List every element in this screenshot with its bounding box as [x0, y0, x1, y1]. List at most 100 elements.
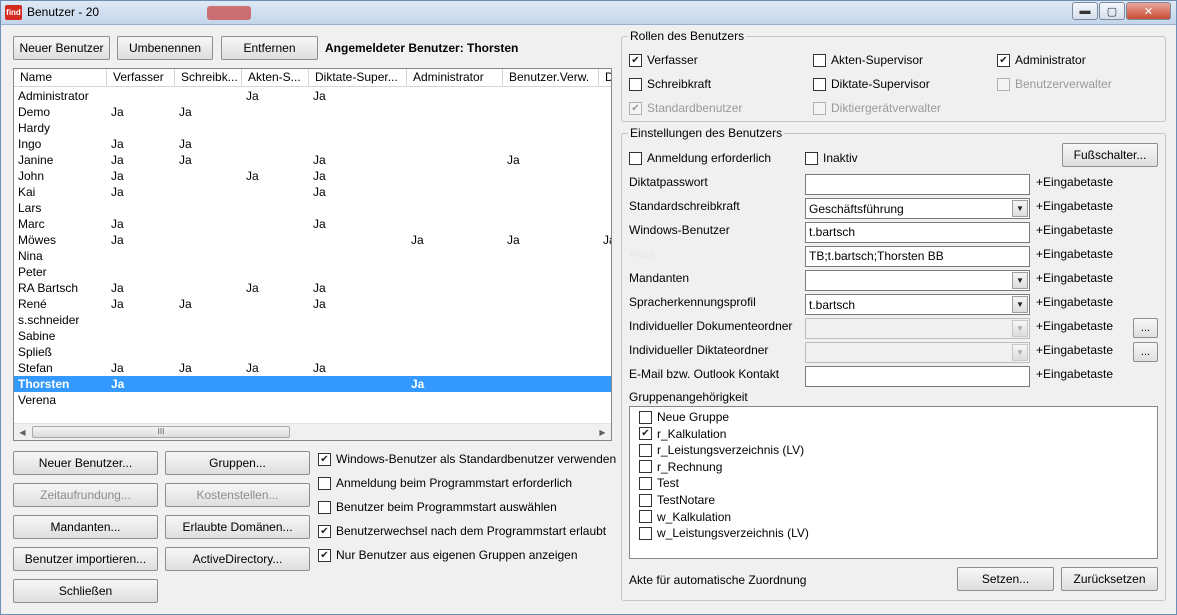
- checkbox-box[interactable]: [639, 476, 652, 490]
- chevron-down-icon[interactable]: ▼: [1012, 320, 1028, 337]
- column-header[interactable]: Verfasser: [107, 69, 175, 87]
- role-checkbox-3[interactable]: Schreibkraft: [629, 77, 711, 91]
- role-checkbox-2[interactable]: Administrator: [997, 53, 1086, 67]
- field-input-3[interactable]: TB;t.bartsch;Thorsten BB: [805, 246, 1030, 267]
- option-checkbox-4[interactable]: Nur Benutzer aus eigenen Gruppen anzeige…: [318, 548, 578, 562]
- column-header[interactable]: Name: [14, 69, 107, 87]
- table-row[interactable]: Peter: [14, 264, 611, 280]
- option-checkbox-2[interactable]: Benutzer beim Programmstart auswählen: [318, 500, 557, 514]
- chevron-down-icon[interactable]: ▼: [1012, 272, 1028, 289]
- checkbox-box[interactable]: [639, 460, 652, 474]
- groups-button[interactable]: Gruppen...: [165, 451, 310, 475]
- footswitch-button[interactable]: Fußschalter...: [1062, 143, 1158, 167]
- set-button[interactable]: Setzen...: [957, 567, 1054, 591]
- group-item[interactable]: r_Rechnung: [639, 460, 722, 474]
- role-checkbox-6[interactable]: Standardbenutzer: [629, 101, 742, 115]
- time-rounding-button[interactable]: Zeitaufrundung...: [13, 483, 158, 507]
- option-checkbox-0[interactable]: Windows-Benutzer als Standardbenutzer ve…: [318, 452, 616, 466]
- table-row[interactable]: Kai Ja Ja: [14, 184, 611, 200]
- checkmark-icon[interactable]: [639, 427, 652, 441]
- checkmark-icon[interactable]: [318, 524, 331, 538]
- checkbox-box[interactable]: [639, 493, 652, 507]
- clients-button[interactable]: Mandanten...: [13, 515, 158, 539]
- reset-button[interactable]: Zurücksetzen: [1061, 567, 1158, 591]
- table-row[interactable]: Stefan Ja Ja Ja Ja: [14, 360, 611, 376]
- minimize-button[interactable]: ▬: [1072, 2, 1098, 20]
- checkmark-icon[interactable]: [629, 53, 642, 67]
- field-input-8[interactable]: [805, 366, 1030, 387]
- table-row[interactable]: René Ja Ja Ja: [14, 296, 611, 312]
- checkbox-box[interactable]: [997, 77, 1010, 91]
- checkbox-box[interactable]: [318, 500, 331, 514]
- table-row[interactable]: Spließ: [14, 344, 611, 360]
- role-checkbox-5[interactable]: Benutzerverwalter: [997, 77, 1112, 91]
- close-button[interactable]: ✕: [1126, 2, 1171, 20]
- inactive-box[interactable]: [805, 151, 818, 165]
- new-user-dialog-button[interactable]: Neuer Benutzer...: [13, 451, 158, 475]
- browse-document-folder-button[interactable]: ...: [1133, 318, 1158, 338]
- scroll-thumb[interactable]: III: [32, 426, 290, 438]
- group-item[interactable]: TestNotare: [639, 493, 715, 507]
- checkbox-box[interactable]: [813, 53, 826, 67]
- column-header[interactable]: Administrator: [407, 69, 503, 87]
- role-checkbox-0[interactable]: Verfasser: [629, 53, 698, 67]
- field-input-2[interactable]: t.bartsch: [805, 222, 1030, 243]
- group-item[interactable]: w_Leistungsverzeichnis (LV): [639, 526, 809, 540]
- browse-dictation-folder-button[interactable]: ...: [1133, 342, 1158, 362]
- field-combo-5[interactable]: t.bartsch ▼: [805, 294, 1030, 315]
- checkbox-box[interactable]: [629, 77, 642, 91]
- chevron-down-icon[interactable]: ▼: [1012, 296, 1028, 313]
- checkmark-icon[interactable]: [997, 53, 1010, 67]
- field-combo-7[interactable]: ▼: [805, 342, 1030, 363]
- table-row[interactable]: Sabine: [14, 328, 611, 344]
- group-item[interactable]: r_Leistungsverzeichnis (LV): [639, 443, 804, 457]
- chevron-down-icon[interactable]: ▼: [1012, 200, 1028, 217]
- maximize-button[interactable]: ▢: [1099, 2, 1125, 20]
- table-row[interactable]: Administrator Ja Ja: [14, 88, 611, 104]
- checkbox-box[interactable]: [639, 526, 652, 540]
- field-combo-6[interactable]: ▼: [805, 318, 1030, 339]
- table-row[interactable]: John Ja Ja Ja: [14, 168, 611, 184]
- table-row[interactable]: Ingo Ja Ja: [14, 136, 611, 152]
- checkbox-box[interactable]: [639, 510, 652, 524]
- table-row[interactable]: Demo Ja Ja: [14, 104, 611, 120]
- table-row[interactable]: Lars: [14, 200, 611, 216]
- field-combo-4[interactable]: ▼: [805, 270, 1030, 291]
- group-item[interactable]: Test: [639, 476, 679, 490]
- checkbox-box[interactable]: [639, 443, 652, 457]
- column-header[interactable]: Benutzer.Verw.: [503, 69, 599, 87]
- group-membership-list[interactable]: Neue Gruppe r_Kalkulation r_Leistungsverze…: [629, 406, 1158, 559]
- remove-button[interactable]: Entfernen: [221, 36, 318, 60]
- table-row[interactable]: Thorsten Ja Ja: [14, 376, 611, 392]
- column-header[interactable]: Schreibk...: [175, 69, 242, 87]
- rename-button[interactable]: Umbenennen: [117, 36, 213, 60]
- table-row[interactable]: Verena: [14, 392, 611, 408]
- import-users-button[interactable]: Benutzer importieren...: [13, 547, 158, 571]
- active-directory-button[interactable]: ActiveDirectory...: [165, 547, 310, 571]
- table-row[interactable]: Möwes Ja Ja Ja Ja: [14, 232, 611, 248]
- checkbox-box[interactable]: [318, 476, 331, 490]
- scroll-left-icon[interactable]: ◀: [14, 424, 31, 440]
- table-row[interactable]: Hardy: [14, 120, 611, 136]
- horizontal-scrollbar[interactable]: ◀ III ▶: [14, 423, 611, 440]
- option-checkbox-3[interactable]: Benutzerwechsel nach dem Programmstart e…: [318, 524, 606, 538]
- allowed-domains-button[interactable]: Erlaubte Domänen...: [165, 515, 310, 539]
- inactive-checkbox[interactable]: Inaktiv: [805, 151, 858, 165]
- group-item[interactable]: Neue Gruppe: [639, 410, 729, 424]
- option-checkbox-1[interactable]: Anmeldung beim Programmstart erforderlic…: [318, 476, 572, 490]
- column-header[interactable]: Di: [599, 69, 611, 87]
- group-item[interactable]: r_Kalkulation: [639, 427, 726, 441]
- user-table[interactable]: Name Verfasser Schreibk... Akten-S... Diktat…: [13, 68, 612, 441]
- role-checkbox-7[interactable]: Diktiergerätverwalter: [813, 101, 941, 115]
- table-row[interactable]: Marc Ja Ja: [14, 216, 611, 232]
- column-header[interactable]: Akten-S...: [242, 69, 309, 87]
- checkbox-box[interactable]: [813, 101, 826, 115]
- new-user-button[interactable]: Neuer Benutzer: [13, 36, 110, 60]
- scroll-right-icon[interactable]: ▶: [594, 424, 611, 440]
- login-required-box[interactable]: [629, 151, 642, 165]
- checkbox-box[interactable]: [639, 410, 652, 424]
- role-checkbox-1[interactable]: Akten-Supervisor: [813, 53, 923, 67]
- group-item[interactable]: w_Kalkulation: [639, 510, 731, 524]
- field-combo-1[interactable]: Geschäftsführung ▼: [805, 198, 1030, 219]
- checkmark-icon[interactable]: [318, 548, 331, 562]
